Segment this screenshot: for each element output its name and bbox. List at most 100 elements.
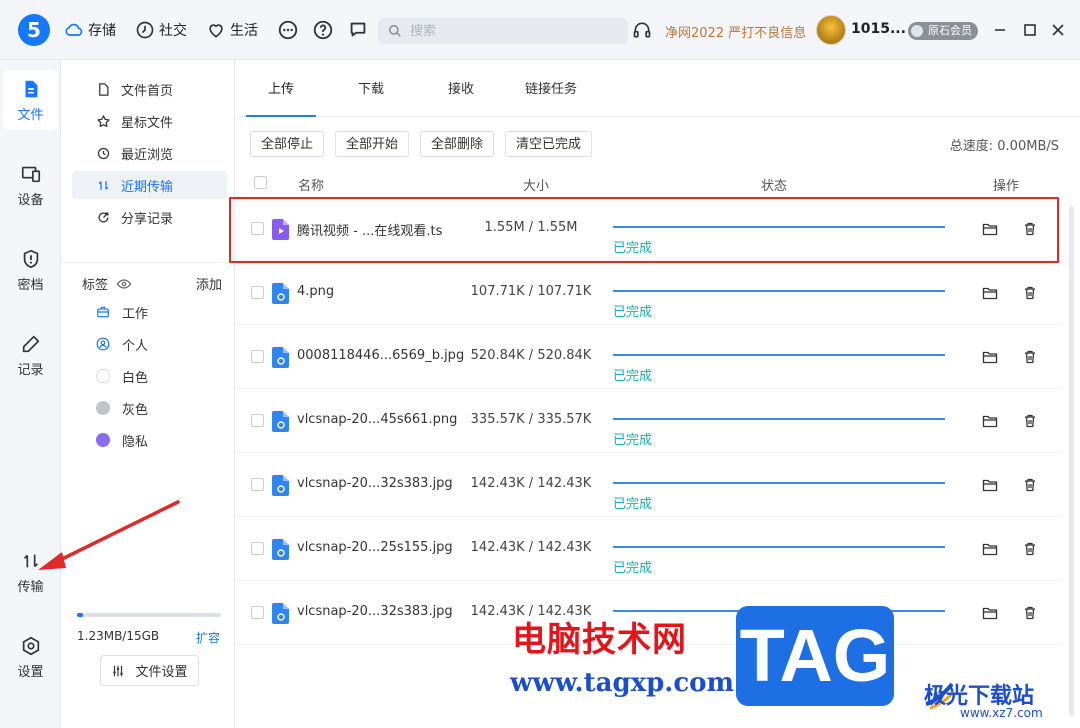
add-tag-button[interactable]: 添加 [196,274,222,293]
nav-recent[interactable]: 最近浏览 [72,139,227,167]
rail-item-settings[interactable]: 设置 [3,627,58,687]
storage-usage: 1.23MB/15GB [77,629,160,643]
file-name[interactable]: 4.png [297,284,334,299]
tag-white[interactable]: 白色 [96,364,148,388]
column-name: 名称 [298,179,325,194]
delete-icon[interactable] [1022,605,1038,621]
tab-download[interactable]: 下载 [336,60,406,117]
stop-all-button[interactable]: 全部停止 [250,131,325,157]
open-folder-icon[interactable] [982,349,998,365]
file-size: 520.84K / 520.84K [470,348,592,363]
tag-personal[interactable]: 个人 [96,332,148,356]
username[interactable]: 1015... [851,21,906,37]
delete-icon[interactable] [1022,413,1038,429]
transfer-tabs: 上传 下载 接收 链接任务 [236,60,1080,117]
open-folder-icon[interactable] [982,477,998,493]
transfer-row[interactable]: vlcsnap-20...45s661.png 335.57K / 335.57K… [236,389,1062,453]
row-checkbox[interactable] [251,606,264,619]
row-checkbox[interactable] [251,414,264,427]
progress-bar [613,354,945,356]
file-name[interactable]: vlcsnap-20...45s661.png [297,412,457,427]
nav-life[interactable]: 生活 [206,19,258,41]
nav-social[interactable]: 社交 [135,19,187,41]
open-folder-icon[interactable] [982,541,998,557]
row-checkbox[interactable] [251,222,264,235]
delete-icon[interactable] [1022,477,1038,493]
transfer-row[interactable]: vlcsnap-20...32s383.jpg 142.43K / 142.43K… [236,453,1062,517]
file-name[interactable]: vlcsnap-20...32s383.jpg [297,476,453,491]
eye-icon[interactable] [116,276,132,292]
nav-label: 分享记录 [121,211,174,227]
file-name[interactable]: vlcsnap-20...32s383.jpg [297,604,453,619]
nav-starred[interactable]: 星标文件 [72,107,227,135]
rail-item-transfer[interactable]: 传输 [3,542,58,602]
file-name[interactable]: 0008118446...6569_b.jpg [297,348,464,363]
open-folder-icon[interactable] [982,605,998,621]
person-icon [96,337,110,351]
nav-recent-transfers[interactable]: 近期传输 [72,171,227,199]
open-folder-icon[interactable] [982,221,998,237]
transfer-row[interactable]: vlcsnap-20...25s155.jpg 142.43K / 142.43K… [236,517,1062,581]
row-checkbox[interactable] [251,350,264,363]
history-icon [97,147,110,159]
transfer-status: 已完成 [613,561,653,576]
clear-completed-button[interactable]: 清空已完成 [505,131,593,157]
image-file-icon [272,475,289,496]
file-nav-panel: 文件首页 星标文件 最近浏览 近期传输 分享记录 标签 添加 工作 个人 白色 … [62,60,235,728]
headset-icon[interactable] [632,20,652,40]
tag-label: 工作 [122,306,149,322]
search-box[interactable] [378,18,628,44]
rail-item-devices[interactable]: 设备 [3,155,58,215]
nav-social-label: 社交 [159,23,187,39]
expand-storage-link[interactable]: 扩容 [196,629,220,646]
tag-gray[interactable]: 灰色 [96,396,148,420]
row-checkbox[interactable] [251,478,264,491]
app-logo[interactable]: 5 [18,14,50,46]
transfer-row[interactable]: 腾讯视频 - ...在线观看.ts 1.55M / 1.55M 已完成 [236,197,1062,261]
minimize-icon[interactable] [990,20,1010,40]
image-file-icon [272,603,289,624]
file-name[interactable]: 腾讯视频 - ...在线观看.ts [297,220,442,239]
delete-icon[interactable] [1022,285,1038,301]
help-icon[interactable] [312,19,334,41]
nav-file-home[interactable]: 文件首页 [72,75,227,103]
select-all-checkbox[interactable] [254,176,267,189]
tab-receive[interactable]: 接收 [426,60,496,117]
search-input[interactable] [410,23,610,39]
nav-storage[interactable]: 存储 [64,19,116,41]
delete-all-button[interactable]: 全部删除 [420,131,495,157]
message-icon[interactable] [347,19,369,41]
transfer-row[interactable]: 0008118446...6569_b.jpg 520.84K / 520.84K… [236,325,1062,389]
close-icon[interactable] [1048,20,1068,40]
progress-fill [613,354,945,356]
transfer-row[interactable]: 4.png 107.71K / 107.71K 已完成 [236,261,1062,325]
row-checkbox[interactable] [251,542,264,555]
delete-icon[interactable] [1022,221,1038,237]
tag-private[interactable]: 隐私 [96,428,148,452]
column-actions: 操作 [993,179,1020,194]
total-speed: 总速度: 0.00MB/S [949,139,1059,154]
vip-badge[interactable]: 原石会员 [908,22,978,40]
rail-item-notes[interactable]: 记录 [3,325,58,385]
tab-upload[interactable]: 上传 [246,60,316,117]
avatar[interactable] [816,15,846,45]
delete-icon[interactable] [1022,349,1038,365]
promo-text[interactable]: 净网2022 严打不良信息 [665,22,806,41]
rail-item-files[interactable]: 文件 [3,70,58,130]
nav-share-history[interactable]: 分享记录 [72,203,227,231]
scrollbar[interactable] [1069,206,1074,716]
tag-label: 白色 [122,370,149,386]
file-settings-button[interactable]: 文件设置 [100,655,199,686]
tag-color-dot [96,401,110,415]
maximize-icon[interactable] [1020,20,1040,40]
start-all-button[interactable]: 全部开始 [335,131,410,157]
file-name[interactable]: vlcsnap-20...25s155.jpg [297,540,453,555]
row-checkbox[interactable] [251,286,264,299]
tag-work[interactable]: 工作 [96,300,148,324]
rail-item-vault[interactable]: 密档 [3,240,58,300]
open-folder-icon[interactable] [982,285,998,301]
tab-link-tasks[interactable]: 链接任务 [516,60,586,117]
delete-icon[interactable] [1022,541,1038,557]
open-folder-icon[interactable] [982,413,998,429]
more-icon[interactable] [277,19,299,41]
